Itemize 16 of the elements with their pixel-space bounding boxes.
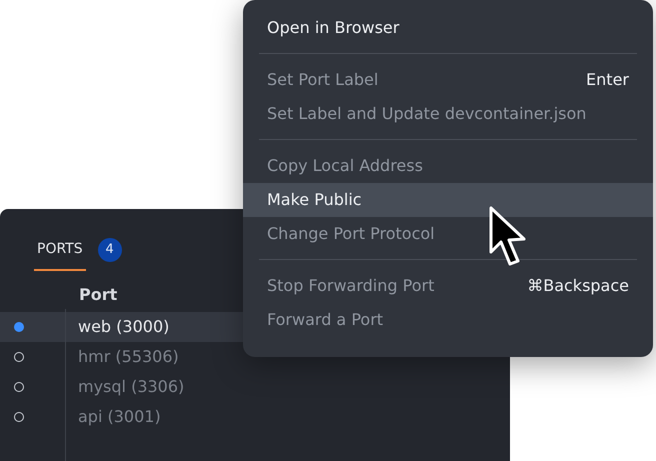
count-badge: 4 <box>98 238 122 262</box>
menu-item-label: Open in Browser <box>267 17 400 39</box>
shortcut-label: ⌘Backspace <box>527 275 629 297</box>
port-label: api (3001) <box>77 406 161 428</box>
menu-item-label: Change Port Protocol <box>267 223 435 245</box>
menu-item-label: Stop Forwarding Port <box>267 275 434 297</box>
menu-item-label: Set Label and Update devcontainer.json <box>267 103 586 125</box>
menu-item-label: Set Port Label <box>267 69 378 91</box>
port-label: web (3000) <box>77 316 170 338</box>
column-header: Port <box>79 285 118 304</box>
port-label: mysql (3306) <box>77 376 184 398</box>
shortcut-label: Enter <box>586 69 629 91</box>
menu-item-label: Forward a Port <box>267 309 384 331</box>
port-label: hmr (55306) <box>77 346 179 368</box>
menu-item-label: Make Public <box>267 189 362 211</box>
menu-item-label: Copy Local Address <box>267 155 423 177</box>
